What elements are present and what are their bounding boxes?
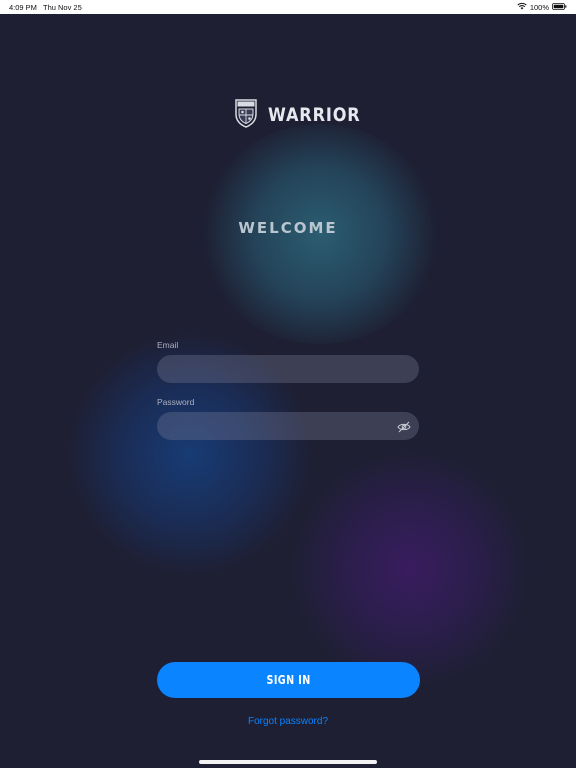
password-field[interactable] bbox=[157, 412, 419, 440]
welcome-heading: WELCOME bbox=[238, 219, 338, 237]
email-label: Email bbox=[157, 340, 179, 350]
crest-shield-icon bbox=[234, 98, 258, 133]
status-indicators: 100% bbox=[517, 2, 567, 12]
email-field[interactable] bbox=[157, 355, 419, 383]
brand-name: WARRIOR bbox=[268, 104, 361, 126]
home-indicator[interactable] bbox=[199, 760, 377, 764]
forgot-password-link[interactable]: Forgot password? bbox=[0, 716, 576, 727]
sign-in-label: SIGN IN bbox=[266, 673, 311, 687]
status-time: 4:09 PM bbox=[9, 3, 37, 12]
app-area: WARRIOR WELCOME Email Password SIGN IN F… bbox=[0, 14, 576, 768]
sign-in-button[interactable]: SIGN IN bbox=[157, 662, 420, 698]
password-label: Password bbox=[157, 397, 195, 407]
brand-logo: WARRIOR bbox=[234, 98, 377, 133]
background-glow-purple bbox=[290, 454, 530, 684]
battery-percent: 100% bbox=[529, 2, 549, 12]
status-date: Thu Nov 25 bbox=[43, 3, 82, 12]
login-screen: 4:09 PM Thu Nov 25 100% WARRIOR WELCOME … bbox=[0, 0, 576, 768]
eye-slash-icon[interactable] bbox=[396, 420, 412, 434]
wifi-icon bbox=[517, 2, 527, 12]
status-bar: 4:09 PM Thu Nov 25 100% bbox=[0, 0, 576, 14]
battery-icon bbox=[552, 2, 567, 12]
